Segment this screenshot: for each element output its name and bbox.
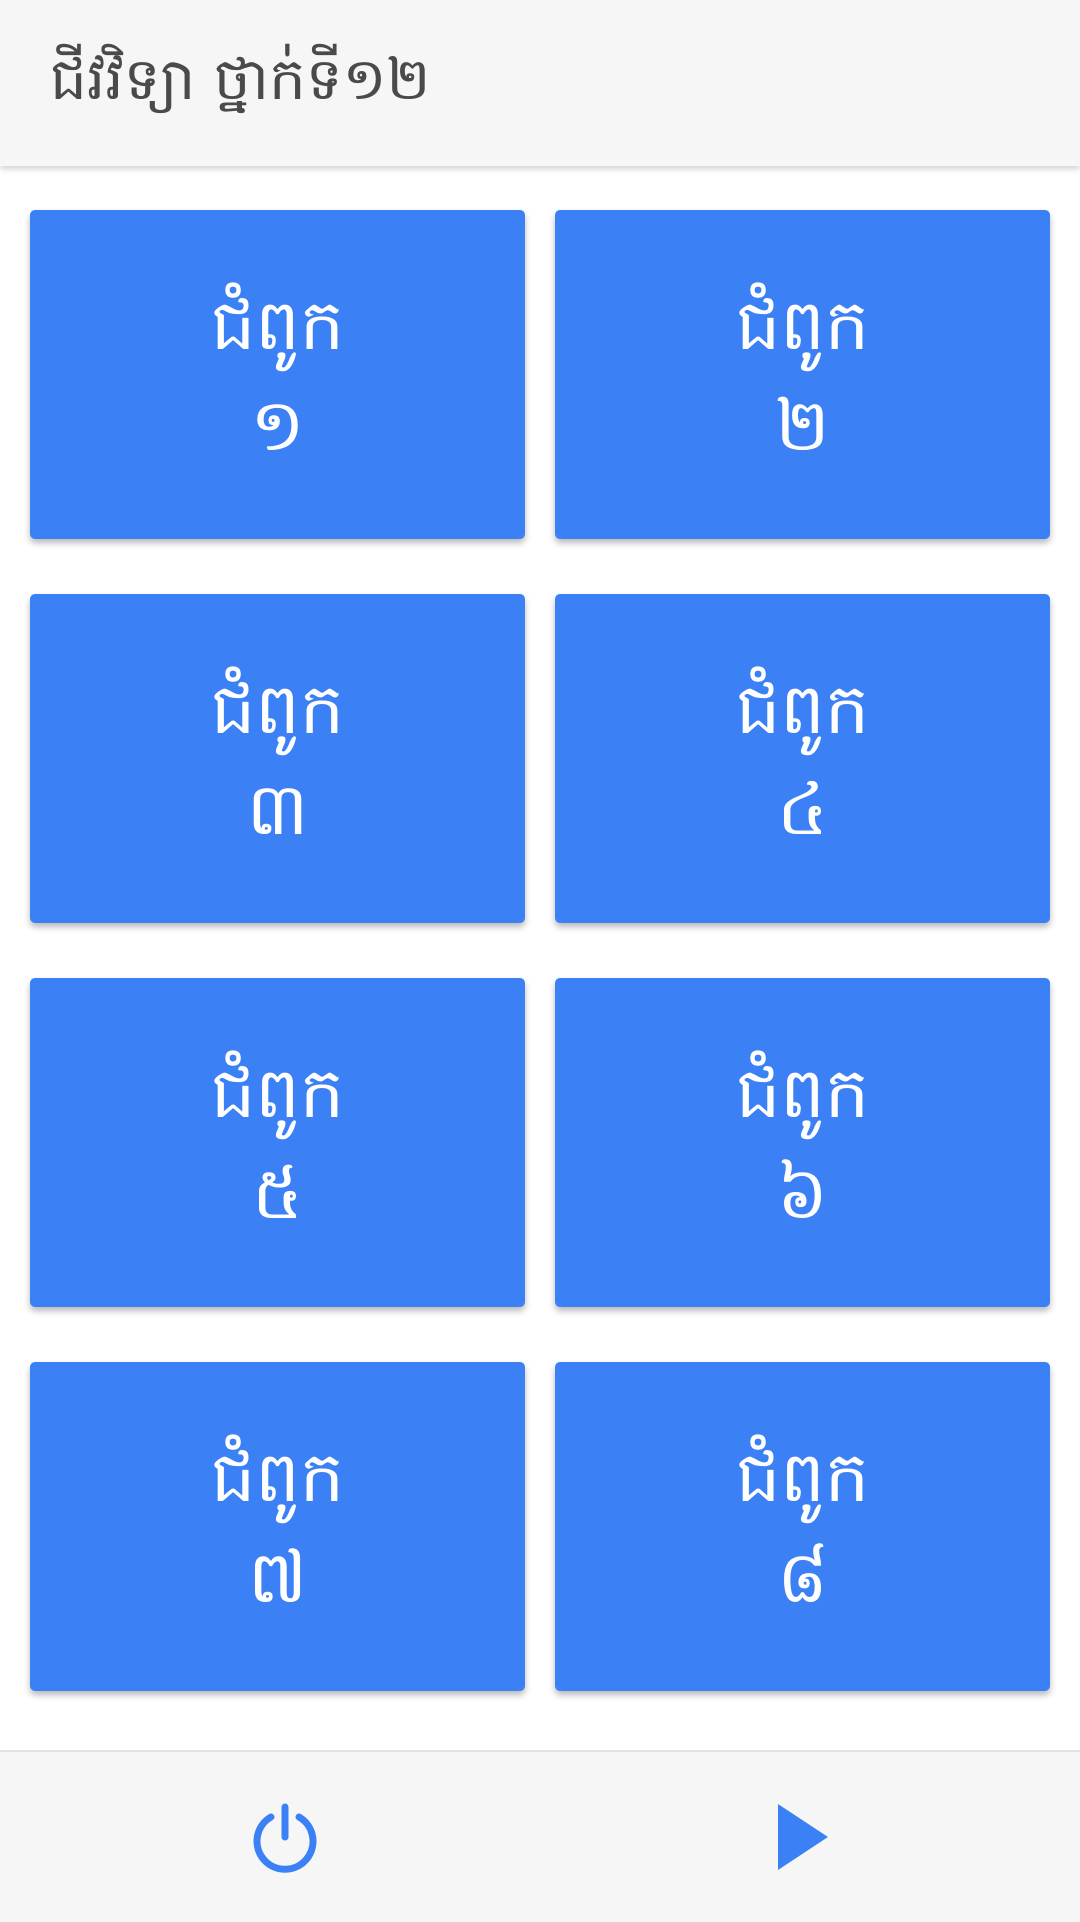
power-button[interactable]	[185, 1752, 385, 1922]
chapter-button-1[interactable]: ជំពូក ១	[30, 210, 525, 539]
chapter-label: ជំពូក	[210, 1435, 345, 1518]
chapter-number: ៤	[777, 766, 828, 851]
chapter-number: ៧	[247, 1534, 308, 1619]
chapter-label: ជំពូក	[735, 1435, 870, 1518]
chapter-label: ជំពូក	[735, 1051, 870, 1134]
app-bar: ជីវវិទ្យា ថ្នាក់ទី១២	[0, 0, 1080, 166]
chapter-button-6[interactable]: ជំពូក ៦	[555, 978, 1050, 1307]
chapter-label: ជំពូក	[735, 283, 870, 366]
chapter-label: ជំពូក	[210, 667, 345, 750]
chapter-button-4[interactable]: ជំពូក ៤	[555, 594, 1050, 923]
play-button[interactable]	[702, 1752, 902, 1922]
chapter-grid: ជំពូក ១ ជំពូក ២ ជំពូក ៣ ជំពូក ៤ ជំពូក ៥ …	[0, 166, 1080, 1748]
chapter-button-8[interactable]: ជំពូក ៨	[555, 1362, 1050, 1691]
chapter-button-7[interactable]: ជំពូក ៧	[30, 1362, 525, 1691]
chapter-number: ១	[250, 382, 305, 467]
chapter-label: ជំពូក	[210, 1051, 345, 1134]
app-title: ជីវវិទ្យា ថ្នាក់ទី១២	[50, 45, 431, 113]
play-icon	[778, 1804, 828, 1870]
chapter-label: ជំពូក	[735, 667, 870, 750]
chapter-label: ជំពូក	[210, 283, 345, 366]
bottom-bar	[0, 1750, 1080, 1922]
chapter-number: ៣	[246, 766, 309, 851]
chapter-number: ៨	[777, 1534, 828, 1619]
chapter-button-5[interactable]: ជំពូក ៥	[30, 978, 525, 1307]
chapter-number: ៥	[252, 1150, 303, 1235]
chapter-button-3[interactable]: ជំពូក ៣	[30, 594, 525, 923]
chapter-number: ៦	[777, 1150, 828, 1235]
chapter-button-2[interactable]: ជំពូក ២	[555, 210, 1050, 539]
power-icon	[253, 1803, 317, 1873]
chapter-number: ២	[775, 382, 830, 467]
